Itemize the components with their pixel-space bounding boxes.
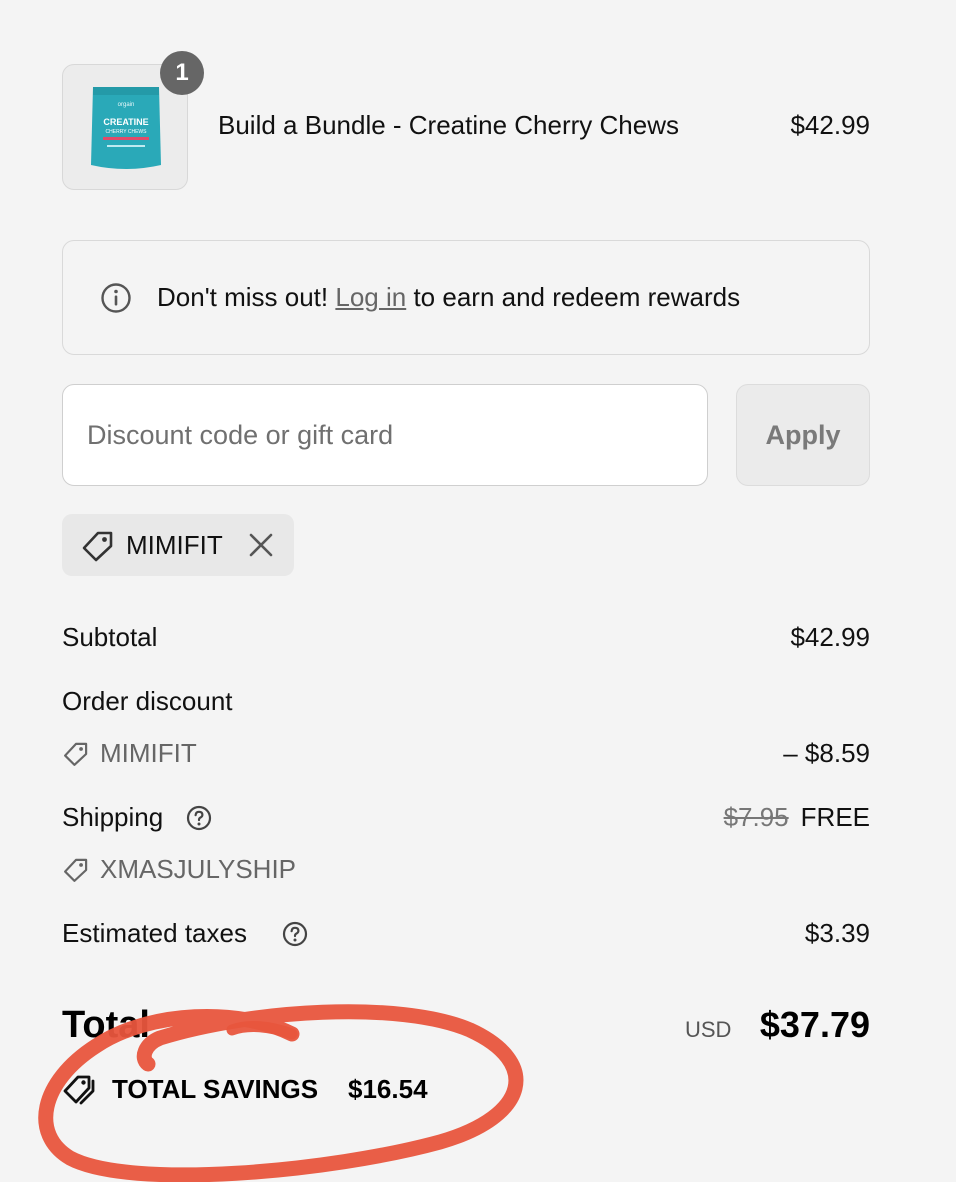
tag-icon bbox=[82, 531, 113, 562]
shipping-value-group: $7.95 FREE bbox=[724, 802, 870, 833]
svg-text:CREATINE: CREATINE bbox=[103, 117, 148, 127]
tag-icon bbox=[64, 858, 88, 882]
svg-text:orgain: orgain bbox=[118, 102, 135, 108]
svg-text:CHERRY CHEWS: CHERRY CHEWS bbox=[106, 129, 148, 135]
taxes-value: $3.39 bbox=[804, 918, 870, 948]
order-discount-code: MIMIFIT bbox=[100, 738, 197, 768]
tags-icon bbox=[63, 1075, 95, 1105]
rewards-prefix: Don't miss out! bbox=[157, 282, 329, 312]
subtotal-value: $42.99 bbox=[790, 622, 870, 652]
shipping-label: Shipping bbox=[62, 802, 164, 832]
order-discount-value: – $8.59 bbox=[783, 738, 870, 768]
tag-icon bbox=[64, 742, 88, 766]
shipping-original-price: $7.95 bbox=[723, 802, 789, 832]
product-price: $42.99 bbox=[790, 110, 870, 140]
shipping-value: FREE bbox=[800, 802, 870, 832]
subtotal-label: Subtotal bbox=[62, 622, 158, 652]
product-name: Build a Bundle - Creatine Cherry Chews bbox=[218, 110, 679, 140]
taxes-label: Estimated taxes bbox=[62, 918, 247, 948]
rewards-suffix: to earn and redeem rewards bbox=[413, 282, 741, 312]
total-savings-value: $16.54 bbox=[348, 1074, 428, 1104]
order-discount-label: Order discount bbox=[62, 686, 233, 716]
login-link[interactable]: Log in bbox=[335, 282, 406, 312]
rewards-message: Don't miss out! Log in to earn and redee… bbox=[157, 282, 740, 313]
total-label: Total bbox=[62, 1004, 150, 1046]
apply-button[interactable]: Apply bbox=[736, 384, 870, 486]
remove-code-icon[interactable] bbox=[246, 530, 276, 560]
shipping-code: XMASJULYSHIP bbox=[100, 854, 297, 884]
question-circle-icon[interactable] bbox=[282, 921, 308, 947]
question-circle-icon[interactable] bbox=[186, 805, 212, 831]
discount-code-input[interactable] bbox=[62, 384, 708, 486]
currency-code: USD bbox=[685, 1017, 732, 1042]
applied-code-label: MIMIFIT bbox=[126, 530, 223, 560]
info-icon bbox=[101, 283, 131, 313]
total-value: $37.79 bbox=[759, 1004, 870, 1045]
quantity-badge: 1 bbox=[160, 51, 204, 95]
total-savings-label: TOTAL SAVINGS bbox=[112, 1074, 319, 1104]
